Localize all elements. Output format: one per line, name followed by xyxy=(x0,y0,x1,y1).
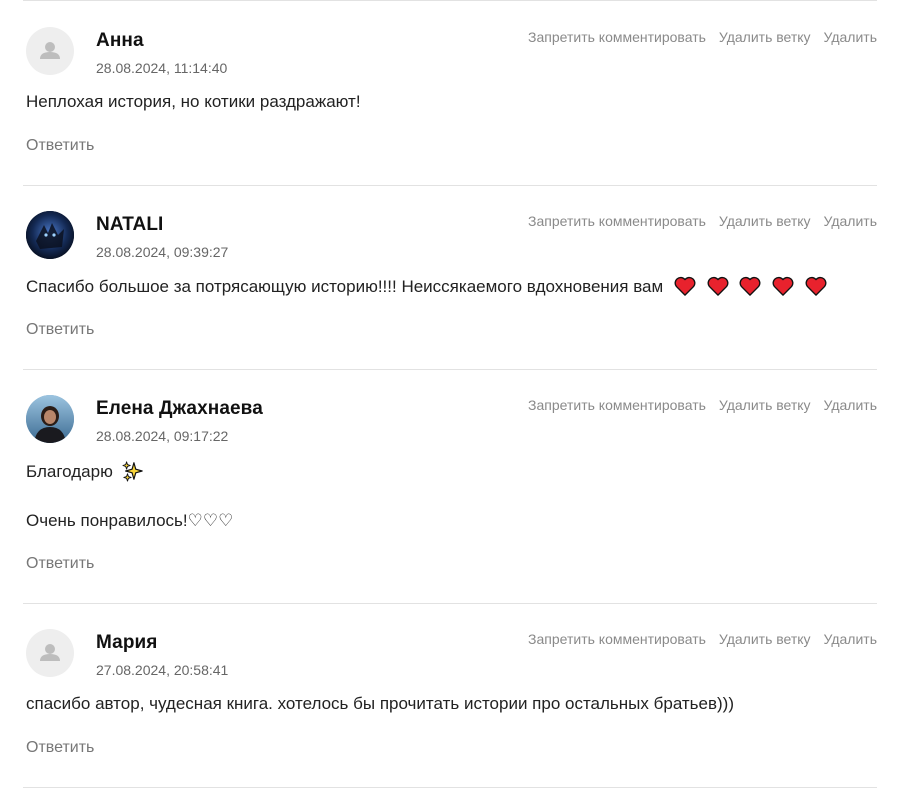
reply-button[interactable]: Ответить xyxy=(26,555,94,573)
comment-text: Благодарю xyxy=(26,460,144,482)
comment-actions: Запретить комментировать Удалить ветку У… xyxy=(528,631,877,647)
divider xyxy=(23,185,877,186)
comment-item: Анна 28.08.2024, 11:14:40 Запретить комм… xyxy=(26,27,877,167)
user-avatar[interactable] xyxy=(26,211,74,259)
divider xyxy=(23,787,877,788)
comment-item: NATALI 28.08.2024, 09:39:27 Запретить ко… xyxy=(26,211,877,351)
delete-thread-button[interactable]: Удалить ветку xyxy=(719,397,811,413)
default-avatar-icon[interactable] xyxy=(26,27,74,75)
comment-actions: Запретить комментировать Удалить ветку У… xyxy=(528,29,877,45)
sparkles-emoji-icon xyxy=(122,461,143,482)
delete-thread-button[interactable]: Удалить ветку xyxy=(719,631,811,647)
ban-commenting-button[interactable]: Запретить комментировать xyxy=(528,213,706,229)
ban-commenting-button[interactable]: Запретить комментировать xyxy=(528,631,706,647)
comment-author[interactable]: Анна xyxy=(96,30,144,52)
user-avatar[interactable] xyxy=(26,395,74,443)
heart-emoji-icon xyxy=(805,276,827,296)
heart-emoji-icon xyxy=(674,276,696,296)
comments-list: Анна 28.08.2024, 11:14:40 Запретить комм… xyxy=(0,0,900,799)
comment-item: Елена Джахнаева 28.08.2024, 09:17:22 Зап… xyxy=(26,395,877,585)
comment-author[interactable]: NATALI xyxy=(96,214,163,236)
heart-emoji-icon xyxy=(739,276,761,296)
reply-button[interactable]: Ответить xyxy=(26,321,94,339)
heart-emoji-icon xyxy=(772,276,794,296)
comment-date: 28.08.2024, 09:17:22 xyxy=(96,428,229,444)
delete-button[interactable]: Удалить xyxy=(824,631,877,647)
delete-button[interactable]: Удалить xyxy=(824,29,877,45)
ban-commenting-button[interactable]: Запретить комментировать xyxy=(528,397,706,413)
delete-button[interactable]: Удалить xyxy=(824,213,877,229)
divider xyxy=(23,0,877,1)
comment-text: Спасибо большое за потрясающую историю!!… xyxy=(26,276,827,297)
comment-date: 28.08.2024, 11:14:40 xyxy=(96,60,228,76)
comment-author[interactable]: Елена Джахнаева xyxy=(96,398,263,420)
ban-commenting-button[interactable]: Запретить комментировать xyxy=(528,29,706,45)
comment-date: 27.08.2024, 20:58:41 xyxy=(96,662,229,678)
comment-text-line2: Очень понравилось!♡♡♡ xyxy=(26,511,234,530)
comment-item: Мария 27.08.2024, 20:58:41 Запретить ком… xyxy=(26,629,877,769)
comment-text: Неплохая история, но котики раздражают! xyxy=(26,92,361,111)
delete-button[interactable]: Удалить xyxy=(824,397,877,413)
heart-emoji-icon xyxy=(707,276,729,296)
divider xyxy=(23,369,877,370)
comment-text-body: Благодарю xyxy=(26,462,113,481)
delete-thread-button[interactable]: Удалить ветку xyxy=(719,213,811,229)
reply-button[interactable]: Ответить xyxy=(26,137,94,155)
comment-text-body: Спасибо большое за потрясающую историю!!… xyxy=(26,277,664,296)
comment-author[interactable]: Мария xyxy=(96,632,158,654)
default-avatar-icon[interactable] xyxy=(26,629,74,677)
delete-thread-button[interactable]: Удалить ветку xyxy=(719,29,811,45)
comment-date: 28.08.2024, 09:39:27 xyxy=(96,244,229,260)
comment-actions: Запретить комментировать Удалить ветку У… xyxy=(528,213,877,229)
reply-button[interactable]: Ответить xyxy=(26,739,94,757)
comment-text: спасибо автор, чудесная книга. хотелось … xyxy=(26,694,735,713)
divider xyxy=(23,603,877,604)
comment-actions: Запретить комментировать Удалить ветку У… xyxy=(528,397,877,413)
